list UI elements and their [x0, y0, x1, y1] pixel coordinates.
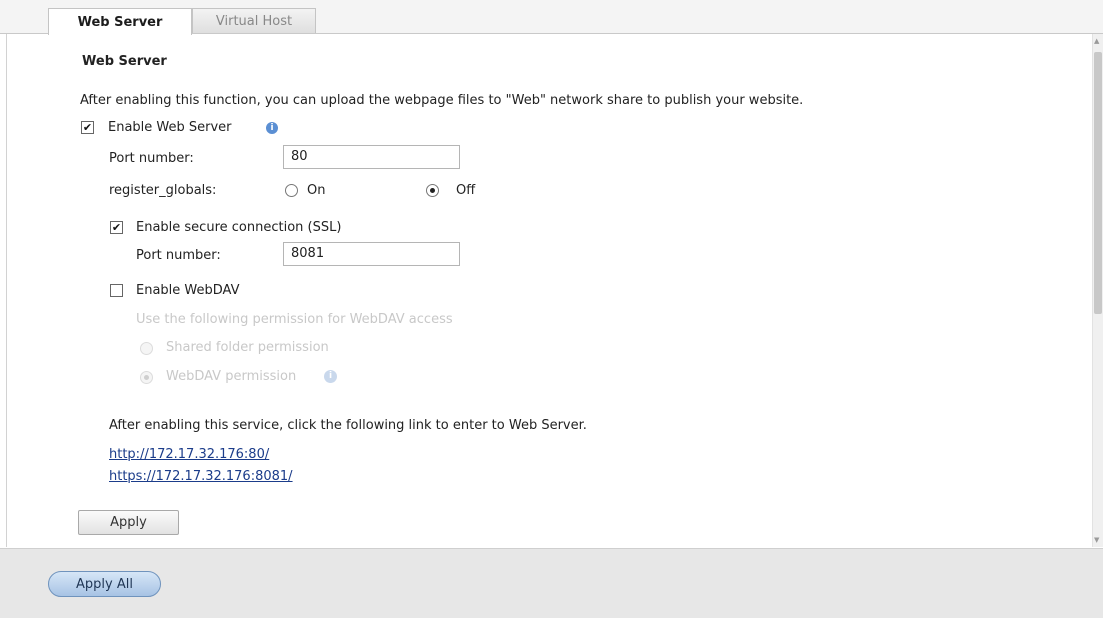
enable-ssl-label: Enable secure connection (SSL)	[136, 220, 342, 235]
apply-all-button[interactable]: Apply All	[48, 571, 161, 597]
links-intro-text: After enabling this service, click the f…	[109, 418, 587, 433]
https-link[interactable]: https://172.17.32.176:8081/	[109, 469, 293, 484]
register-globals-off-radio[interactable]	[426, 184, 439, 197]
apply-all-button-label: Apply All	[76, 576, 133, 592]
webdav-permission-radio	[140, 371, 153, 384]
shared-folder-permission-label: Shared folder permission	[166, 340, 329, 355]
footer-bar	[0, 548, 1103, 618]
port-number-label: Port number:	[109, 151, 194, 166]
scrollbar-thumb[interactable]	[1094, 52, 1102, 314]
webdav-permission-hint: Use the following permission for WebDAV …	[136, 312, 453, 327]
ssl-port-number-input[interactable]: 8081	[283, 242, 460, 266]
tab-web-server-label: Web Server	[77, 14, 163, 30]
enable-ssl-checkbox[interactable]: ✔	[110, 221, 123, 234]
scroll-down-arrow-icon[interactable]: ▼	[1094, 536, 1099, 544]
register-globals-on-label: On	[307, 183, 326, 198]
enable-web-server-checkbox[interactable]: ✔	[81, 121, 94, 134]
port-number-input[interactable]: 80	[283, 145, 460, 169]
register-globals-off-label: Off	[456, 183, 476, 198]
webdav-permission-label: WebDAV permission	[166, 369, 297, 384]
ssl-port-number-label: Port number:	[136, 248, 221, 263]
tab-virtual-host[interactable]: Virtual Host	[192, 8, 316, 34]
enable-web-server-label: Enable Web Server	[108, 120, 232, 135]
shared-folder-permission-radio	[140, 342, 153, 355]
enable-webdav-checkbox[interactable]	[110, 284, 123, 297]
enable-webdav-label: Enable WebDAV	[136, 283, 240, 298]
register-globals-on-radio[interactable]	[285, 184, 298, 197]
http-link[interactable]: http://172.17.32.176:80/	[109, 447, 269, 462]
apply-button[interactable]: Apply	[78, 510, 179, 535]
section-description: After enabling this function, you can up…	[80, 93, 804, 108]
info-icon[interactable]: i	[266, 122, 278, 134]
section-title: Web Server	[82, 54, 167, 69]
tab-virtual-host-label: Virtual Host	[215, 14, 293, 29]
webdav-info-icon: i	[324, 370, 337, 383]
tab-web-server[interactable]: Web Server	[48, 8, 192, 35]
register-globals-label: register_globals:	[109, 183, 217, 198]
scroll-up-arrow-icon[interactable]: ▲	[1094, 37, 1099, 45]
apply-button-label: Apply	[110, 515, 147, 530]
